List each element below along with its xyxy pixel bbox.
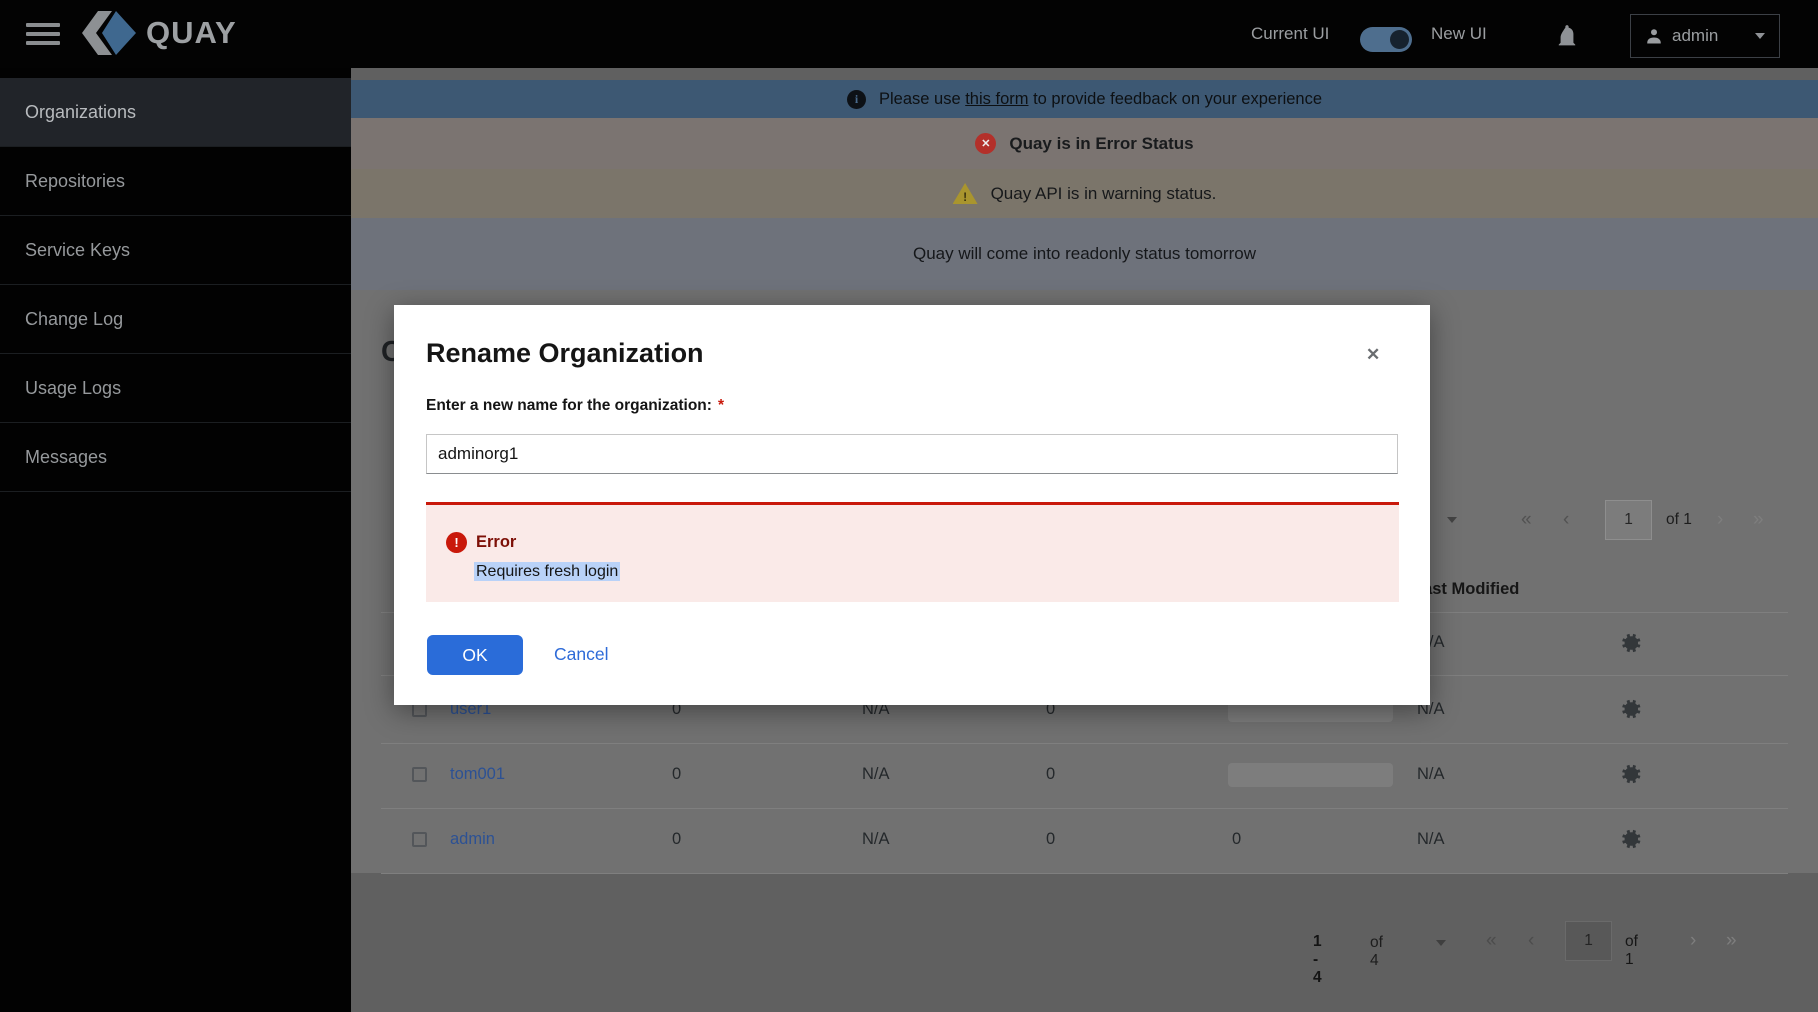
rename-organization-modal: Rename Organization ✕ Enter a new name f… bbox=[394, 305, 1430, 705]
feedback-text-prefix: Please use bbox=[879, 90, 961, 108]
gear-icon[interactable] bbox=[1617, 761, 1643, 787]
first-page-icon[interactable]: « bbox=[1486, 930, 1497, 952]
last-modified-cell: N/A bbox=[1417, 830, 1445, 849]
readonly-status-banner: Quay will come into readonly status tomo… bbox=[351, 218, 1818, 290]
feedback-banner: i Please use this form to provide feedba… bbox=[351, 80, 1818, 118]
exclamation-circle-icon: ! bbox=[446, 532, 467, 553]
member-count-cell: 0 bbox=[1046, 830, 1055, 849]
last-page-icon[interactable]: » bbox=[1726, 930, 1737, 952]
member-count-cell: 0 bbox=[1046, 765, 1055, 784]
user-menu[interactable]: admin bbox=[1630, 14, 1780, 58]
page-number-input[interactable]: 1 bbox=[1565, 921, 1612, 961]
prev-page-icon[interactable]: ‹ bbox=[1563, 509, 1569, 531]
warning-status-banner: ! Quay API is in warning status. bbox=[351, 169, 1818, 218]
sidebar-item-usage-logs[interactable]: Usage Logs bbox=[0, 354, 351, 423]
sidebar-item-change-log[interactable]: Change Log bbox=[0, 285, 351, 354]
gear-icon[interactable] bbox=[1617, 826, 1643, 852]
required-asterisk: * bbox=[712, 397, 724, 414]
gear-icon[interactable] bbox=[1617, 630, 1643, 656]
page-count-label: of 1 bbox=[1625, 933, 1638, 969]
repo-count-cell: 0 bbox=[672, 830, 681, 849]
times-circle-icon: ✕ bbox=[975, 133, 996, 154]
field-label: Enter a new name for the organization:* bbox=[426, 397, 724, 415]
modal-title: Rename Organization bbox=[426, 338, 704, 369]
readonly-status-text: Quay will come into readonly status tomo… bbox=[913, 244, 1256, 264]
info-icon: i bbox=[847, 90, 866, 109]
row-checkbox[interactable] bbox=[412, 832, 427, 847]
feedback-text-suffix: to provide feedback on your experience bbox=[1033, 90, 1322, 108]
cancel-button[interactable]: Cancel bbox=[554, 644, 608, 665]
error-alert: ! Error Requires fresh login bbox=[426, 502, 1399, 602]
repo-count-cell: 0 bbox=[672, 765, 681, 784]
org-name-input[interactable] bbox=[426, 434, 1398, 474]
quay-logo[interactable]: QUAY bbox=[82, 11, 237, 55]
hamburger-menu-icon[interactable] bbox=[26, 23, 60, 45]
row-checkbox[interactable] bbox=[412, 767, 427, 782]
user-icon bbox=[1645, 27, 1663, 45]
next-page-icon[interactable]: › bbox=[1717, 509, 1723, 531]
sidebar-item-service-keys[interactable]: Service Keys bbox=[0, 216, 351, 285]
total-label: of 4 bbox=[1370, 934, 1383, 970]
sidebar-item-repositories[interactable]: Repositories bbox=[0, 147, 351, 216]
prev-page-icon[interactable]: ‹ bbox=[1528, 930, 1534, 952]
sidebar-item-organizations[interactable]: Organizations bbox=[0, 78, 351, 147]
ok-button[interactable]: OK bbox=[427, 635, 523, 675]
toggle-knob bbox=[1390, 30, 1409, 49]
first-page-icon[interactable]: « bbox=[1521, 509, 1532, 531]
top-header: QUAY Current UI New UI admin bbox=[0, 0, 1818, 68]
feedback-form-link[interactable]: this form bbox=[965, 90, 1028, 108]
org-link[interactable]: tom001 bbox=[450, 765, 505, 784]
page-number-input[interactable]: 1 bbox=[1605, 500, 1652, 540]
close-icon[interactable]: ✕ bbox=[1366, 345, 1380, 365]
sidebar-nav: Organizations Repositories Service Keys … bbox=[0, 68, 351, 1012]
error-status-text: Quay is in Error Status bbox=[1009, 134, 1193, 154]
range-label: 1 - 4 bbox=[1313, 933, 1322, 987]
sidebar-item-messages[interactable]: Messages bbox=[0, 423, 351, 492]
error-status-banner: ✕ Quay is in Error Status bbox=[351, 118, 1818, 169]
page-count-label: of 1 bbox=[1666, 511, 1692, 529]
na-cell: N/A bbox=[862, 765, 890, 784]
alert-message: Requires fresh login bbox=[474, 563, 620, 581]
warning-status-text: Quay API is in warning status. bbox=[991, 184, 1217, 204]
current-ui-label: Current UI bbox=[1251, 24, 1329, 44]
last-page-icon[interactable]: » bbox=[1753, 509, 1764, 531]
brand-name: QUAY bbox=[146, 15, 237, 51]
per-page-caret-icon[interactable] bbox=[1447, 517, 1457, 523]
ui-switch-toggle[interactable] bbox=[1360, 27, 1412, 52]
bell-icon[interactable] bbox=[1556, 23, 1578, 52]
chevron-down-icon bbox=[1755, 33, 1765, 39]
alert-title: Error bbox=[476, 533, 516, 552]
redacted-value bbox=[1228, 763, 1393, 787]
quota-cell: 0 bbox=[1232, 830, 1241, 849]
gear-icon[interactable] bbox=[1617, 696, 1643, 722]
new-ui-label: New UI bbox=[1431, 24, 1487, 44]
warning-triangle-icon: ! bbox=[953, 183, 978, 204]
username: admin bbox=[1672, 26, 1718, 46]
last-modified-cell: N/A bbox=[1417, 765, 1445, 784]
na-cell: N/A bbox=[862, 830, 890, 849]
quay-logo-icon bbox=[82, 11, 136, 55]
per-page-caret-icon[interactable] bbox=[1436, 940, 1446, 946]
org-link[interactable]: admin bbox=[450, 830, 495, 849]
next-page-icon[interactable]: › bbox=[1690, 930, 1696, 952]
